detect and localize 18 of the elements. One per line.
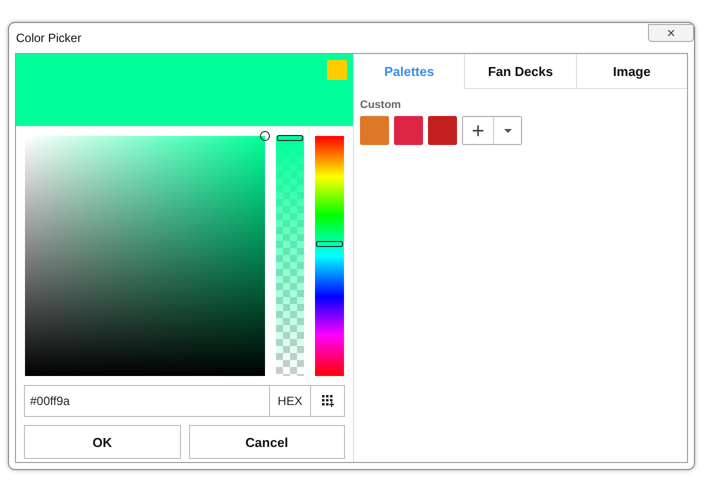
cancel-button[interactable]: Cancel bbox=[188, 425, 345, 459]
color-swatch[interactable] bbox=[394, 116, 423, 145]
previous-color-swatch[interactable] bbox=[327, 60, 347, 80]
color-swatch[interactable] bbox=[428, 116, 457, 145]
hue-slider-handle[interactable] bbox=[316, 240, 343, 247]
hue-slider[interactable] bbox=[315, 136, 344, 376]
palette-title: Custom bbox=[360, 99, 401, 111]
tab[interactable]: Fan Decks bbox=[464, 54, 576, 89]
close-button[interactable]: ✕ bbox=[648, 24, 694, 42]
ok-button[interactable]: OK bbox=[24, 425, 180, 459]
picker-handle[interactable] bbox=[260, 131, 270, 141]
window-title: Color Picker bbox=[15, 31, 82, 45]
alpha-slider[interactable] bbox=[276, 136, 304, 376]
saturation-brightness-field[interactable] bbox=[25, 136, 265, 376]
caret-icon bbox=[504, 128, 512, 132]
color-swatch[interactable] bbox=[360, 116, 389, 145]
alpha-slider-handle[interactable] bbox=[277, 135, 303, 141]
tab[interactable]: Image bbox=[576, 54, 687, 89]
